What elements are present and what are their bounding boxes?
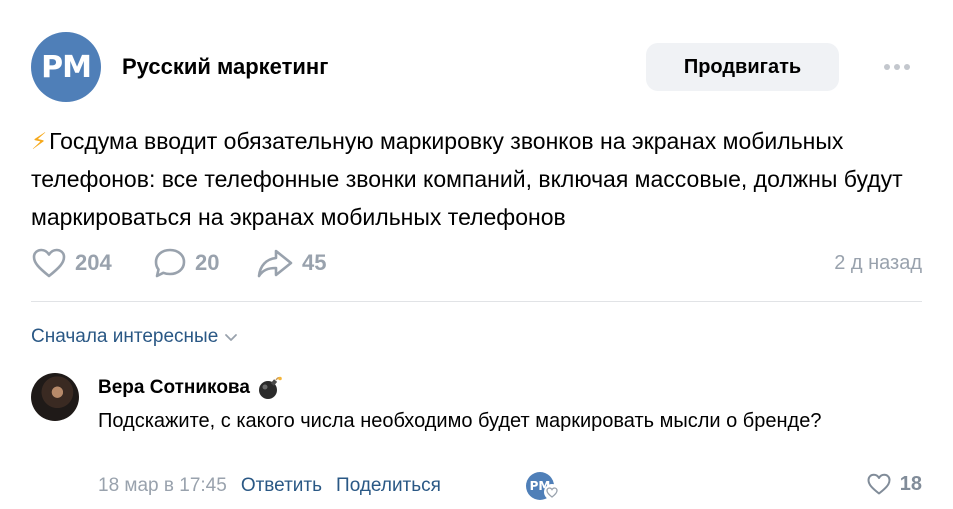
comment-button[interactable]: 20: [153, 247, 219, 279]
lightning-emoji: ⚡: [31, 128, 48, 154]
chevron-down-icon: [225, 334, 238, 341]
divider: [31, 301, 922, 302]
commenter-avatar[interactable]: [31, 373, 79, 421]
share-link[interactable]: Поделиться: [336, 475, 441, 497]
post-text: ⚡Госдума вводит обязательную маркировку …: [31, 122, 931, 236]
comment-icon: [154, 248, 186, 278]
comment-author-name[interactable]: Вера Сотникова: [98, 377, 250, 399]
post-body: Госдума вводит обязательную маркировку з…: [31, 128, 903, 230]
bomb-emoji-icon: [258, 376, 282, 399]
group-name[interactable]: Русский маркетинг: [122, 54, 328, 80]
comment-count: 20: [195, 250, 220, 275]
comment-meta: 18 мар в 17:45 Ответить Поделиться: [98, 475, 441, 497]
like-button[interactable]: 204: [31, 247, 112, 279]
comment-text: Подскажите, с какого числа необходимо бу…: [98, 410, 822, 432]
comment-author: Вера Сотникова: [98, 376, 282, 400]
comments-sort-dropdown[interactable]: Сначала интересные: [31, 326, 238, 348]
share-count: 45: [302, 250, 327, 275]
promote-button[interactable]: Продвигать: [646, 43, 839, 91]
heart-icon: [32, 248, 66, 278]
comment-like-button[interactable]: 18: [866, 472, 922, 496]
post-timestamp[interactable]: 2 д назад: [834, 252, 922, 275]
author-liked-badge: PM: [526, 472, 560, 502]
group-avatar[interactable]: PM: [31, 32, 101, 102]
more-options-icon[interactable]: [884, 58, 918, 76]
share-button[interactable]: 45: [256, 247, 326, 279]
sort-label: Сначала интересные: [31, 326, 219, 347]
reply-link[interactable]: Ответить: [241, 475, 322, 497]
comment-timestamp[interactable]: 18 мар в 17:45: [98, 475, 227, 497]
heart-icon: [867, 473, 891, 495]
small-heart-icon: [544, 484, 560, 500]
share-arrow-icon: [257, 249, 293, 278]
comment-like-count: 18: [899, 472, 922, 495]
group-avatar-text: PM: [41, 49, 92, 85]
like-count: 204: [75, 250, 112, 275]
